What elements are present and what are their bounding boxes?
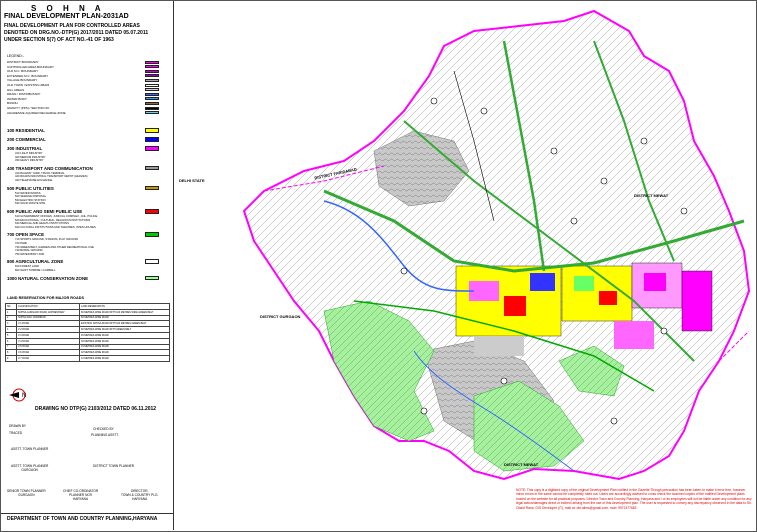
- disclaimer-note: NOTE: This copy is a digitized copy of t…: [516, 488, 752, 510]
- zone-label: 700 OPEN SPACE: [7, 232, 45, 238]
- zone-sub-label: 810 FOREST LAND: [15, 265, 39, 269]
- zone-swatch-icon: [145, 146, 159, 151]
- legend-swatch-icon: [145, 111, 159, 115]
- zone-swatch-icon: [145, 232, 159, 237]
- zone-swatch-icon: [145, 259, 159, 264]
- table-cell: 9: [5, 355, 17, 362]
- legend-swatch-icon: [145, 60, 159, 64]
- legend-label: CONTROLLED AREA BOUNDARY: [7, 64, 54, 69]
- zone-label: 400 TRANSPORT AND COMMUNICATION: [7, 165, 93, 171]
- legend-label: VILLAGE BOUNDARY: [7, 78, 38, 83]
- legend-swatch-icon: [145, 65, 159, 69]
- senior-town-planner-label: SENIOR TOWN PLANNER GURGAON: [7, 489, 46, 497]
- zone-sub-label: 610 GOVERNMENT OFFICES, JUDICIAL COMPLEX…: [15, 215, 98, 218]
- north-label: N: [22, 393, 26, 399]
- plan-subtitle-1: FINAL DEVELOPMENT PLAN FOR CONTROLLED AR…: [4, 23, 140, 29]
- zone-swatch-icon: [145, 275, 159, 281]
- zone-sub-label: 310 LIGHT INDUSTRY: [15, 152, 43, 155]
- checked-by-label: CHECKED BY: [93, 427, 114, 431]
- town-name: S O H N A: [31, 4, 105, 13]
- legend-swatch-icon: [145, 83, 159, 87]
- traced-label: TRACED: [9, 431, 23, 435]
- delhi-state-label: DELHI STATE: [179, 178, 205, 183]
- zone-swatch-icon: [145, 128, 159, 133]
- zone-sub-label: 750 WATER BODY AND: [15, 252, 45, 256]
- legend-label: OLD M.C. BOUNDARY: [7, 69, 39, 74]
- asstt-town-planner-label: ASSTT. TOWN PLANNER: [11, 447, 49, 451]
- drawing-number: DRAWING NO DTP(G) 2103/2012 DATED 06.11.…: [35, 406, 157, 412]
- legend-swatch-icon: [145, 101, 159, 105]
- zone-sub-label: 630 MEDICAL AND HEALTH INSTITUTIONS: [15, 222, 69, 226]
- zone-label: 600 PUBLIC AND SEMI PUBLIC USE: [7, 209, 83, 214]
- zone-sub-label: 720 PARK: [15, 241, 28, 245]
- panel-divider: [1, 513, 173, 514]
- table-cell: V-7 ROAD: [16, 355, 80, 362]
- planning-asstt-label: PLANNING ASSTT.: [91, 433, 119, 437]
- legend-label: EXTENDED M.C. BOUNDARY: [7, 73, 49, 78]
- district-gurgaon-label: DISTRICT GURGAON: [260, 314, 301, 319]
- zone-sub-label: 740 BURIAL GROUND: [15, 249, 43, 253]
- legend-swatch-icon: [145, 88, 159, 92]
- zone-label: 100 RESIDENTIAL: [7, 128, 45, 133]
- zone-swatch-icon: [145, 209, 159, 214]
- zone-swatch-icon: [145, 137, 159, 142]
- legend-label: DRAIN / DISTRIBUTARY: [7, 92, 41, 97]
- zone-label: 200 COMMERCIAL: [7, 137, 46, 142]
- zone-swatch-icon: [145, 185, 159, 191]
- legend-swatch-icon: [145, 106, 159, 110]
- legend-label: OLD TOWN / EXISTING ABADI: [7, 83, 50, 87]
- director-label: DIRECTOR, TOWN & COUNTRY PLG. HARYANA: [121, 489, 159, 501]
- zone-sub-label: 430 TELEPHONE EXCHANGE: [15, 178, 53, 182]
- zone-sub-label: 520 SEWAGE DISPOSAL: [15, 195, 47, 199]
- zone-sub-label: 710 SPORTS GROUND, STADIUM, PLAY GROUND: [15, 238, 79, 242]
- zone-label: 500 PUBLIC UTILITIES: [7, 185, 54, 191]
- legend-swatch-icon: [145, 97, 159, 101]
- legend-swatch-icon: [145, 78, 159, 82]
- plan-title: FINAL DEVELOPMENT PLAN-2031AD: [4, 13, 129, 20]
- district-mewat-label-bottom: DISTRICT MEWAT: [504, 462, 539, 467]
- zone-label: 800 AGRICULTURAL ZONE: [7, 259, 64, 265]
- legend-row: AGGRESIVE AQUIFER RECHARGE ZONE: [5, 111, 170, 115]
- zone-sub-label: 820 SHIFT TURBINE / GUMBALL: [15, 268, 56, 272]
- district-town-planner-label: DISTRICT TOWN PLANNER: [93, 464, 135, 468]
- road-table-title: LAND RESERVATION FOR MAJOR ROADS: [7, 296, 84, 300]
- legend-label: GRAVITY (PPS) / SECTOR NO.: [7, 106, 50, 110]
- legend-swatch-icon: [145, 92, 159, 96]
- chief-coordinator-label: CHIEF CO-ORDINATOR PLANNER NCR HARYANA: [63, 489, 99, 501]
- north-arrow-icon: N: [9, 388, 26, 402]
- map-canvas: [242, 9, 751, 481]
- legend-label: BUNDH: [7, 101, 18, 106]
- plan-subtitle-2: DENOTED ON DRG.NO.-DTP(G) 2017/2011 DATE…: [4, 30, 149, 36]
- plan-subtitle-3: UNDER SECTION 5(7) OF ACT NO.-41 OF 1963: [4, 37, 114, 43]
- drawn-by-label: DRAWN BY: [9, 424, 27, 428]
- zone-sub-label: 330 HEAVY INDUSTRY: [15, 159, 44, 163]
- district-mewat-label-top: DISTRICT MEWAT: [634, 193, 669, 198]
- legend-swatch-icon: [145, 74, 159, 78]
- zone-label: 300 INDUSTRIAL: [7, 146, 43, 151]
- zone-label: 1000 NATURAL CONSERVATION ZONE: [7, 275, 89, 281]
- legend-heading: LEGEND:-: [7, 54, 24, 58]
- zone-sub-label: 540 SOLID WASTE SITE: [15, 202, 46, 206]
- department-name: DEPARTMENT OF TOWN AND COUNTRY PLANNING,…: [7, 516, 158, 522]
- legend-panel: S O H N A FINAL DEVELOPMENT PLAN-2031AD …: [1, 1, 174, 530]
- legend-label: DISTRICT BOUNDARY: [7, 60, 39, 64]
- legend-label: HILL AREAS: [7, 87, 25, 92]
- table-cell: 12 METRES WIDE ROAD: [79, 355, 170, 362]
- road-reservation-table: SR. CLASSIFICATION LAND RESERVATION 1 SOHNA …: [5, 303, 170, 362]
- legend-swatch-icon: [145, 69, 159, 73]
- development-plan-map[interactable]: DELHI STATE DISTRICT FARIDABAD DISTRICT …: [174, 1, 756, 530]
- legend-label: AGGRESIVE AQUIFER RECHARGE ZONE: [7, 110, 66, 115]
- zone-sub-label: 640 CULTURAL INSTITUTIONS AND THEATRES, …: [15, 225, 96, 229]
- table-row: 9 V-7 ROAD 12 METRES WIDE ROAD: [5, 355, 170, 362]
- legend-label: WATER BODY: [7, 96, 27, 101]
- asstt-tp-gurgaon-label: ASSTT. TOWN PLANNER GURGAON: [11, 464, 49, 472]
- zone-sub-label: 420 ROADS INDUSTRIAL TRANSPORT DEPOT (HE…: [15, 175, 88, 179]
- zone-swatch-icon: [145, 165, 159, 171]
